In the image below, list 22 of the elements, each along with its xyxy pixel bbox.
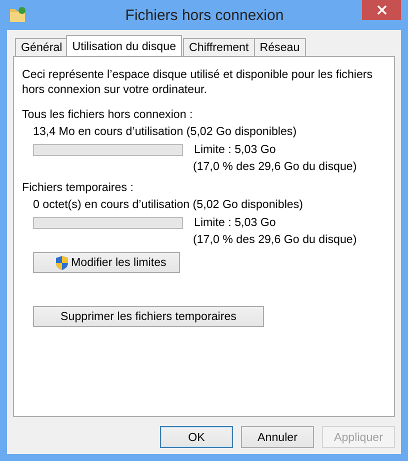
section-heading: Tous les fichiers hors connexion : (22, 107, 194, 123)
close-button[interactable] (362, 0, 401, 20)
share-text: (17,0 % des 29,6 Go du disque) (192, 159, 358, 175)
dialog-button[interactable]: OK (160, 426, 233, 448)
description-text: Ceci représente l’espace disque utilisé et disponible pour les fichiers hors connexion sur votre ordinateur. (22, 67, 374, 97)
usage-text: 0 octet(s) en cours d’utilisation (5,02 Go disponibles) (32, 197, 304, 213)
close-icon (376, 5, 386, 15)
usage-text: 13,4 Mo en cours d’utilisation (5,02 Go disponibles) (32, 124, 298, 140)
shield-icon (54, 254, 70, 270)
tab[interactable]: Réseau (254, 38, 306, 56)
tab[interactable]: Utilisation du disque (66, 35, 182, 56)
limit-text: Limite : 5,03 Go (194, 216, 276, 229)
folder-icon (9, 6, 27, 24)
dialog-button[interactable]: Annuler (241, 426, 314, 448)
section-heading: Fichiers temporaires : (22, 180, 134, 196)
share-text: (17,0 % des 29,6 Go du disque) (192, 232, 358, 248)
delete-temp-files-button[interactable]: Supprimer les fichiers temporaires (33, 306, 264, 327)
modify-limits-button[interactable]: Modifier les limites (33, 252, 180, 273)
tab[interactable]: Général (15, 38, 68, 56)
tab[interactable]: Chiffrement (183, 38, 255, 56)
limit-text: Limite : 5,03 Go (194, 143, 276, 156)
window-title: Fichiers hors connexion (124, 6, 285, 24)
